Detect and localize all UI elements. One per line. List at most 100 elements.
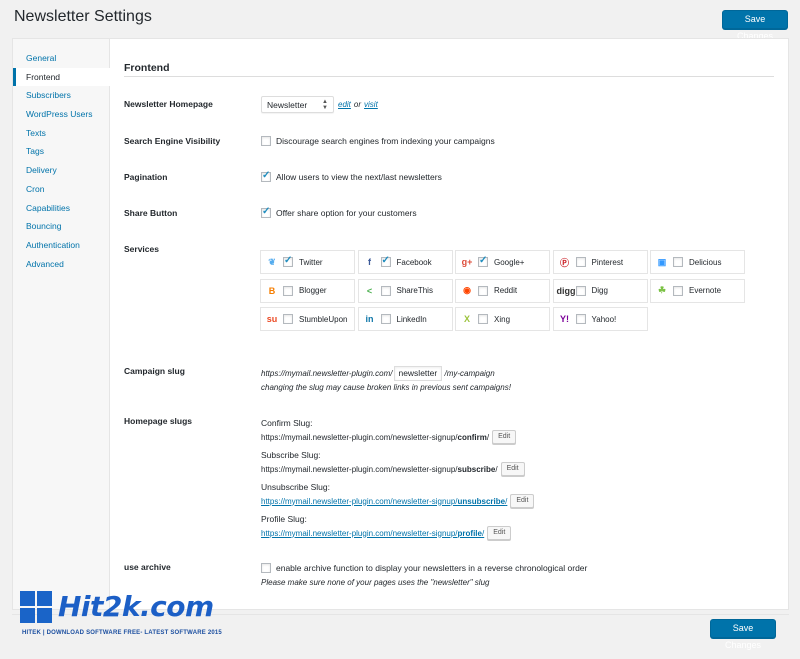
service-checkbox[interactable]: [380, 255, 391, 267]
homepage-slug-value: subscribe: [457, 464, 496, 474]
archive-checkbox[interactable]: [261, 563, 271, 573]
save-changes-button-bottom[interactable]: Save Changes: [710, 619, 776, 650]
service-pinterest[interactable]: Ⓟ Pinterest: [552, 250, 648, 274]
sidebar-item-capabilities[interactable]: Capabilities: [13, 199, 109, 218]
service-label: Delicious: [689, 257, 722, 267]
archive-label: use archive: [124, 562, 171, 572]
visibility-option-text: Discourage search engines from indexing …: [276, 136, 495, 146]
service-stumbleupon[interactable]: su StumbleUpon: [260, 307, 355, 331]
service-checkbox[interactable]: [478, 285, 488, 296]
sidebar-item-wordpress-users[interactable]: WordPress Users: [13, 105, 109, 124]
service-yahoo-[interactable]: Y! Yahoo!: [552, 307, 648, 331]
homepage-slug-end: /: [505, 496, 508, 506]
linkedin-icon: in: [365, 314, 374, 324]
service-checkbox[interactable]: [575, 257, 586, 267]
service-checkbox[interactable]: [283, 255, 293, 267]
homepage-slug-title: Unsubscribe Slug:: [261, 482, 330, 492]
service-label: Yahoo!: [591, 314, 617, 324]
homepage-visit-link[interactable]: visit: [364, 100, 378, 109]
service-twitter[interactable]: ❦ Twitter: [260, 250, 355, 274]
share-label: Share Button: [124, 208, 178, 218]
pinterest-icon: Ⓟ: [559, 257, 569, 268]
sidebar-item-subscribers[interactable]: Subscribers: [13, 86, 109, 105]
homepage-slug-url[interactable]: https://mymail.newsletter-plugin.com/new…: [261, 526, 512, 540]
yahoo-icon: Y!: [560, 314, 569, 324]
pagination-checkbox[interactable]: [261, 170, 271, 182]
evernote-icon: ☘: [657, 285, 667, 295]
sidebar-item-delivery[interactable]: Delivery: [13, 161, 109, 180]
settings-content: Frontend Newsletter Homepage Newsletter …: [110, 39, 788, 609]
homepage-select[interactable]: Newsletter ▲ ▼: [261, 96, 334, 113]
sidebar-item-texts[interactable]: Texts: [13, 124, 109, 143]
sidebar-item-advanced[interactable]: Advanced: [13, 255, 109, 274]
facebook-icon: f: [368, 257, 371, 267]
homepage-slug-end: /: [481, 528, 485, 538]
homepage-slug-url: https://mymail.newsletter-plugin.com/new…: [261, 462, 525, 476]
sharethis-icon: <: [366, 285, 373, 296]
campaign-slug-input[interactable]: newsletter: [394, 366, 443, 381]
homepage-slug-link[interactable]: https://mymail.newsletter-plugin.com/new…: [261, 497, 507, 506]
service-checkbox[interactable]: [575, 285, 586, 296]
share-option-text: Offer share option for your customers: [276, 208, 417, 218]
homepage-slug-url[interactable]: https://mymail.newsletter-plugin.com/new…: [261, 494, 535, 508]
service-label: Reddit: [494, 286, 518, 295]
service-checkbox[interactable]: [380, 285, 391, 296]
service-xing[interactable]: X Xing: [455, 307, 550, 331]
homepage-slug-title: Profile Slug:: [261, 514, 307, 524]
service-checkbox[interactable]: [575, 314, 586, 324]
sidebar-item-bouncing[interactable]: Bouncing: [13, 217, 109, 236]
homepage-slugs-label: Homepage slugs: [124, 416, 193, 426]
service-google-[interactable]: g+ Google+: [455, 250, 550, 274]
service-sharethis[interactable]: < ShareThis: [357, 278, 453, 303]
homepage-edit-link[interactable]: edit: [338, 100, 351, 109]
sidebar-item-frontend[interactable]: Frontend: [13, 67, 110, 87]
pagination-label: Pagination: [124, 172, 168, 182]
visibility-checkbox[interactable]: [261, 136, 271, 146]
edit-slug-button[interactable]: Edit: [492, 430, 517, 444]
service-blogger[interactable]: B Blogger: [260, 278, 355, 303]
homepage-slug-value: profile: [457, 528, 482, 538]
service-label: Xing: [494, 314, 511, 324]
service-linkedin[interactable]: in LinkedIn: [357, 307, 453, 331]
homepage-slug-title: Confirm Slug:: [261, 418, 313, 428]
sidebar-item-authentication[interactable]: Authentication: [13, 236, 109, 255]
service-label: Facebook: [396, 257, 432, 267]
sidebar-item-tags[interactable]: Tags: [13, 142, 109, 161]
service-reddit[interactable]: ◉ Reddit: [455, 278, 550, 303]
service-label: ShareThis: [396, 286, 433, 295]
watermark-subtitle: HITEK | DOWNLOAD SOFTWARE FREE- LATEST S…: [22, 630, 222, 636]
service-checkbox[interactable]: [283, 285, 293, 296]
service-checkbox[interactable]: [478, 255, 488, 267]
campaign-slug-suffix: /my-campaign: [444, 369, 495, 378]
blogger-icon: B: [268, 285, 276, 296]
service-checkbox[interactable]: [673, 285, 683, 296]
service-checkbox[interactable]: [380, 314, 391, 324]
google-plus-icon: g+: [461, 257, 473, 267]
save-changes-button-top[interactable]: Save Changes: [722, 10, 788, 41]
campaign-slug-note: changing the slug may cause broken links…: [261, 383, 511, 392]
service-label: Digg: [591, 286, 608, 295]
settings-panel: General Frontend Subscribers WordPress User…: [12, 38, 789, 610]
edit-slug-button[interactable]: Edit: [500, 462, 525, 476]
edit-slug-button[interactable]: Edit: [510, 494, 535, 508]
sidebar-item-cron[interactable]: Cron: [13, 180, 109, 199]
service-checkbox[interactable]: [478, 314, 488, 324]
watermark-text: Hit2k.com: [58, 590, 214, 623]
pagination-control: Allow users to view the next/last newsle…: [261, 170, 442, 182]
edit-slug-button[interactable]: Edit: [487, 526, 512, 540]
windows-logo-icon: [20, 591, 52, 623]
homepage-slug-base: https://mymail.newsletter-plugin.com/new…: [261, 528, 458, 538]
homepage-slug-link[interactable]: https://mymail.newsletter-plugin.com/new…: [261, 529, 484, 538]
service-facebook[interactable]: f Facebook: [357, 250, 453, 274]
service-label: Google+: [494, 257, 525, 267]
service-delicious[interactable]: ▣ Delicious: [650, 250, 745, 274]
campaign-slug-prefix: https://mymail.newsletter-plugin.com/: [261, 369, 393, 378]
service-checkbox[interactable]: [673, 257, 683, 267]
campaign-slug-label: Campaign slug: [124, 366, 185, 376]
share-checkbox[interactable]: [261, 206, 271, 218]
service-evernote[interactable]: ☘ Evernote: [650, 278, 745, 303]
sidebar-item-general[interactable]: General: [13, 49, 109, 68]
service-checkbox[interactable]: [283, 314, 293, 324]
twitter-icon: ❦: [268, 256, 276, 267]
service-digg[interactable]: digg Digg: [552, 278, 648, 303]
